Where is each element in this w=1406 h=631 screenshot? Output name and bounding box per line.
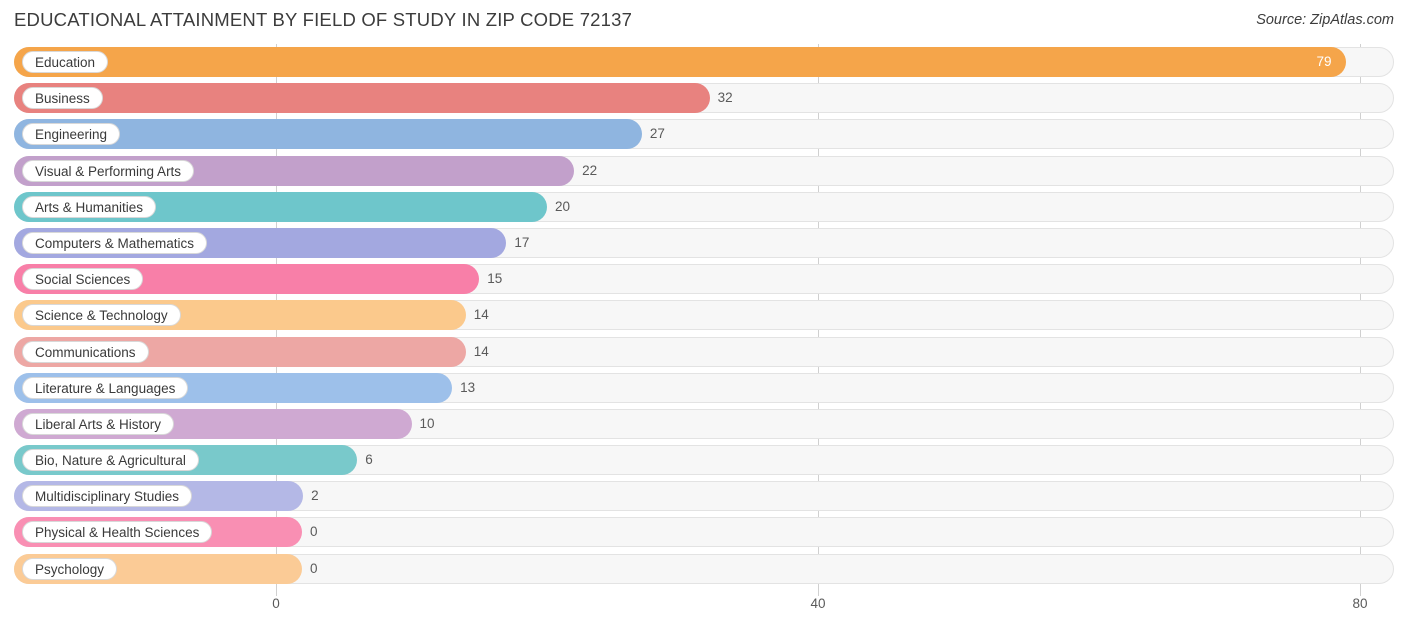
- category-label: Multidisciplinary Studies: [22, 485, 193, 508]
- axis-tick-label: 80: [1352, 596, 1368, 611]
- bar-value-label: 2: [311, 488, 319, 504]
- bar-value-label: 13: [460, 379, 476, 395]
- source-label: Source: ZipAtlas.com: [1256, 12, 1394, 28]
- bar[interactable]: [14, 47, 1347, 77]
- category-label: Science & Technology: [22, 304, 181, 327]
- bar-value-label: 10: [419, 415, 435, 431]
- category-label: Education: [22, 51, 109, 73]
- page-title: EDUCATIONAL ATTAINMENT BY FIELD OF STUDY…: [14, 9, 633, 30]
- bar-value-label: 15: [487, 271, 503, 287]
- bar-row[interactable]: 27 Engineering: [14, 116, 1394, 152]
- chart-page: EDUCATIONAL ATTAINMENT BY FIELD OF STUDY…: [0, 0, 1406, 631]
- bar-value-label: 20: [555, 198, 571, 214]
- axis-tick-label: 40: [810, 596, 826, 611]
- bar-value-label: 6: [365, 452, 373, 468]
- category-label: Literature & Languages: [22, 376, 189, 399]
- bar-row[interactable]: 22 Visual & Performing Arts: [14, 153, 1394, 189]
- bar-row[interactable]: 32 Business: [14, 80, 1394, 116]
- category-label: Visual & Performing Arts: [22, 159, 195, 182]
- bar-value-label: 27: [649, 126, 665, 142]
- bar-value-label: 22: [582, 162, 598, 178]
- x-axis: 0 40 80: [14, 596, 1394, 618]
- bar-row[interactable]: 2 Multidisciplinary Studies: [14, 478, 1394, 514]
- category-label: Communications: [22, 340, 149, 363]
- category-label: Engineering: [22, 123, 121, 146]
- category-label: Social Sciences: [22, 268, 144, 291]
- bar-row[interactable]: 79 Education: [14, 44, 1394, 80]
- bar-row[interactable]: 0 Psychology: [14, 551, 1394, 587]
- axis-tick-label: 0: [272, 596, 280, 611]
- bar-rows: 79 Education 32 Business 27 Engineering 22 Visu…: [14, 44, 1394, 596]
- category-label: Computers & Mathematics: [22, 231, 208, 254]
- bar-row[interactable]: 17 Computers & Mathematics: [14, 225, 1394, 261]
- bar-row[interactable]: 0 Physical & Health Sciences: [14, 514, 1394, 550]
- bar-value-label: 14: [473, 307, 489, 323]
- bar-value-label: 32: [717, 90, 733, 106]
- bar-value-label: 17: [514, 234, 530, 250]
- bar[interactable]: [14, 83, 710, 114]
- bar-row[interactable]: 20 Arts & Humanities: [14, 189, 1394, 225]
- category-label: Arts & Humanities: [22, 195, 157, 218]
- category-label: Bio, Nature & Agricultural: [22, 449, 199, 472]
- category-label: Liberal Arts & History: [22, 412, 175, 435]
- category-label: Psychology: [22, 557, 118, 580]
- bar-value-label: 14: [473, 343, 489, 359]
- category-label: Physical & Health Sciences: [22, 521, 213, 544]
- bar-row[interactable]: 13 Literature & Languages: [14, 370, 1394, 406]
- bar-row[interactable]: 10 Liberal Arts & History: [14, 406, 1394, 442]
- bar-value-label: 0: [310, 524, 318, 540]
- plot-area: 79 Education 32 Business 27 Engineering 22 Visu…: [14, 44, 1394, 596]
- bar-value-label: 0: [310, 560, 318, 576]
- bar-row[interactable]: 6 Bio, Nature & Agricultural: [14, 442, 1394, 478]
- bar-row[interactable]: 14 Communications: [14, 334, 1394, 370]
- bar-value-label: 79: [1316, 54, 1332, 69]
- bar-row[interactable]: 14 Science & Technology: [14, 297, 1394, 333]
- bar-row[interactable]: 15 Social Sciences: [14, 261, 1394, 297]
- category-label: Business: [22, 87, 103, 110]
